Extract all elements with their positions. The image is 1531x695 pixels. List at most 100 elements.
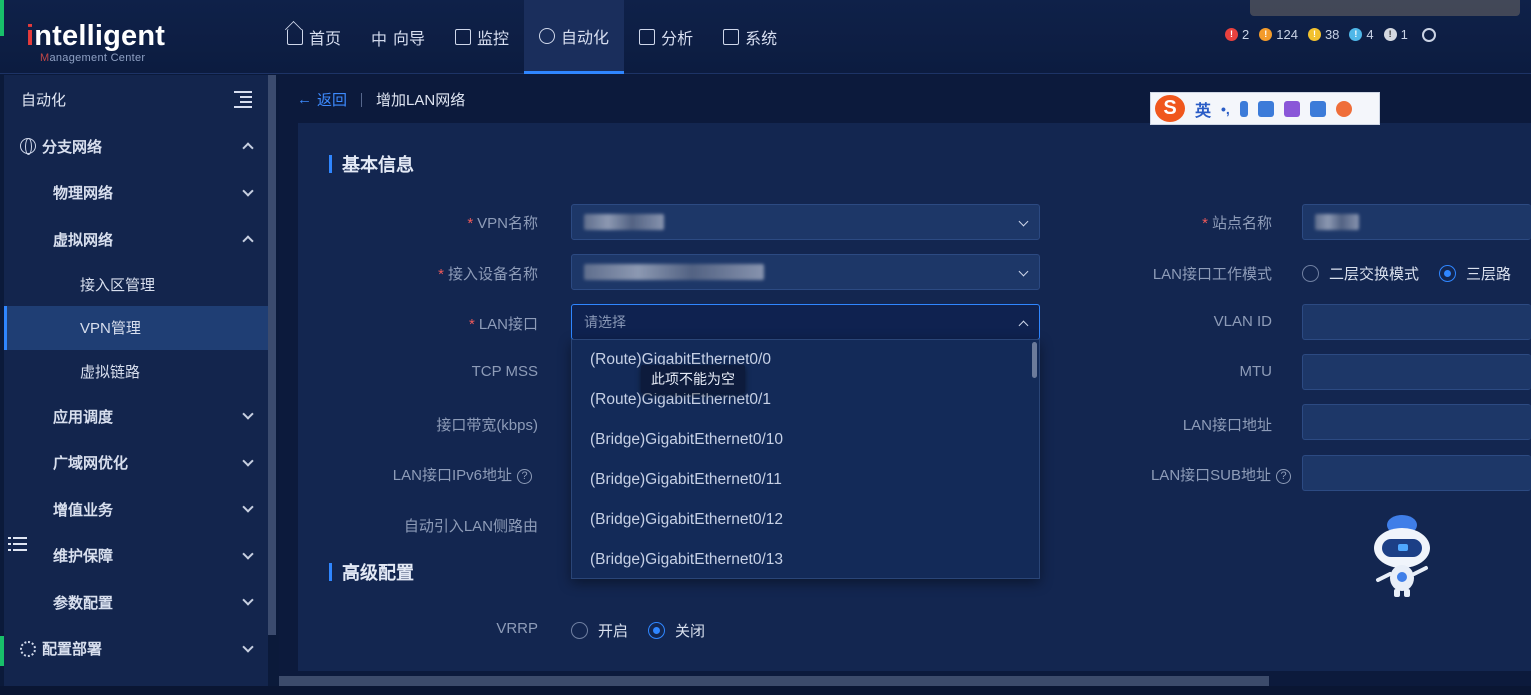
back-arrow-icon: ←: [297, 91, 312, 108]
sidebar-item-physical-network[interactable]: 物理网络: [4, 170, 268, 217]
device-name-label: * 接入设备名称: [438, 266, 538, 283]
back-link[interactable]: ← 返回: [297, 89, 347, 110]
ime-mode[interactable]: 英: [1195, 97, 1211, 121]
sidebar-item-virtual-link[interactable]: 虚拟链路: [4, 350, 268, 394]
nav-guide[interactable]: 向导: [356, 0, 440, 74]
help-icon[interactable]: ?: [1276, 469, 1291, 484]
nav-system[interactable]: 系统: [708, 0, 792, 74]
section-title: 高级配置: [342, 563, 414, 583]
sidebar-item-branch-network[interactable]: 分支网络: [4, 123, 268, 170]
redacted-value: [584, 264, 764, 280]
dropdown-option[interactable]: (Bridge)GigabitEthernet0/13: [572, 540, 1039, 578]
alarm-minor[interactable]: ! 38: [1307, 27, 1339, 42]
nav-monitor[interactable]: 监控: [440, 0, 524, 74]
list-menu-icon[interactable]: [8, 535, 30, 553]
sidebar-item-label: 增值业务: [53, 501, 114, 519]
gear-icon: [539, 27, 556, 44]
radio-label: 开启: [598, 623, 629, 640]
redacted-value: [1315, 214, 1359, 230]
sidebar-item-label: 广域网优化: [53, 455, 129, 473]
home-icon: [287, 29, 303, 45]
alarm-info[interactable]: ! 1: [1383, 26, 1408, 42]
radio-vrrp-off[interactable]: 关闭: [648, 620, 705, 641]
robot-assistant-icon[interactable]: [1370, 512, 1434, 598]
radio-layer2[interactable]: 二层交换模式: [1302, 263, 1419, 284]
microphone-icon[interactable]: [1239, 100, 1248, 117]
sidebar-title: 自动化: [21, 91, 67, 109]
help-icon[interactable]: ?: [517, 469, 532, 484]
window-edge: [0, 0, 4, 36]
radio-label: 三层路: [1466, 266, 1512, 283]
sidebar-item-parameters[interactable]: 参数配置: [4, 579, 268, 626]
apps-icon[interactable]: [1309, 100, 1326, 117]
sidebar-item-access-zone[interactable]: 接入区管理: [4, 263, 268, 307]
sidebar-item-label: 物理网络: [53, 185, 114, 203]
top-bar: intelligent Management Center 首页 向导 监控 自…: [0, 0, 1531, 74]
alarm-major[interactable]: ! 124: [1259, 27, 1298, 42]
menu-collapse-icon[interactable]: [232, 90, 252, 108]
alarm-critical[interactable]: ! 2: [1225, 27, 1249, 42]
sidebar-item-label: 参数配置: [53, 594, 114, 612]
vlan-id-input[interactable]: [1302, 304, 1531, 340]
chevron-up-icon: [242, 235, 254, 247]
sidebar-item-wan-optimization[interactable]: 广域网优化: [4, 440, 268, 487]
ime-logo-icon[interactable]: S: [1155, 95, 1185, 122]
keyboard-icon[interactable]: [1257, 100, 1274, 117]
sidebar-item-value-added[interactable]: 增值业务: [4, 486, 268, 533]
sidebar-item-config-deploy[interactable]: 配置部署: [4, 626, 268, 673]
chevron-down-icon: [1018, 266, 1029, 277]
section-basic-info: 基本信息: [329, 151, 414, 177]
breadcrumb-divider: [361, 92, 363, 107]
dropdown-option[interactable]: (Bridge)GigabitEthernet0/11: [572, 460, 1039, 500]
mtu-label: MTU: [1239, 363, 1273, 380]
validation-tooltip: 此项不能为空: [641, 365, 745, 393]
main-content: ← 返回 增加LAN网络 基本信息 * VPN名称 * 接入设备名称 * LAN接口 T…: [279, 75, 1531, 695]
lan-interface-select[interactable]: 请选择: [571, 304, 1040, 340]
settings-icon[interactable]: [1420, 26, 1436, 42]
section-title: 基本信息: [342, 155, 414, 175]
site-name-input[interactable]: [1302, 204, 1531, 240]
cog-icon: [20, 640, 36, 657]
nav-automation[interactable]: 自动化: [524, 0, 625, 74]
sidebar-item-vpn-management[interactable]: VPN管理: [4, 306, 268, 350]
site-name-label: * 站点名称: [1202, 215, 1272, 232]
sidebar-item-label: 应用调度: [53, 408, 114, 426]
tcp-mss-label: TCP MSS: [471, 363, 538, 380]
dropdown-option[interactable]: (Bridge)GigabitEthernet0/12: [572, 500, 1039, 540]
device-name-select[interactable]: [571, 254, 1040, 290]
assistant-icon[interactable]: [1335, 100, 1352, 117]
logo-subtitle: Management Center: [40, 52, 146, 64]
sub-address-input[interactable]: [1302, 455, 1531, 491]
alarm-count: 1: [1400, 26, 1408, 42]
sidebar-item-maintenance[interactable]: 维护保障: [4, 533, 268, 580]
nav-home[interactable]: 首页: [272, 0, 356, 74]
sidebar-item-virtual-network[interactable]: 虚拟网络: [4, 216, 268, 263]
lan-address-input[interactable]: [1302, 404, 1531, 440]
alarm-count: 2: [1242, 26, 1250, 42]
skin-icon[interactable]: [1283, 100, 1300, 117]
alarm-critical-icon: !: [1225, 27, 1238, 41]
alarm-warning[interactable]: ! 4: [1349, 27, 1374, 42]
mtu-input[interactable]: [1302, 354, 1531, 390]
sidebar: 自动化 分支网络 物理网络 虚拟网络 接入区管理 VPN管理 虚拟链路 应用调度…: [4, 75, 268, 695]
sidebar-item-label: 虚拟链路: [80, 363, 141, 381]
guide-icon: [371, 26, 387, 50]
vpn-name-select[interactable]: [571, 204, 1040, 240]
sidebar-scrollbar[interactable]: [268, 75, 276, 635]
back-label: 返回: [317, 92, 348, 109]
radio-label: 关闭: [675, 623, 706, 640]
ime-punctuation[interactable]: •,: [1221, 101, 1230, 117]
radio-vrrp-on[interactable]: 开启: [571, 620, 628, 641]
horizontal-scrollbar[interactable]: [279, 676, 1269, 686]
ime-toolbar[interactable]: S 英 •,: [1150, 92, 1380, 125]
lan-address-label: LAN接口地址: [1182, 417, 1272, 434]
dropdown-scrollbar[interactable]: [1032, 342, 1037, 378]
alarm-info-icon: !: [1383, 27, 1397, 41]
logo[interactable]: intelligent Management Center: [26, 10, 176, 66]
radio-layer3[interactable]: 三层路: [1439, 263, 1511, 284]
nav-analysis[interactable]: 分析: [624, 0, 708, 74]
dropdown-option[interactable]: (Bridge)GigabitEthernet0/10: [572, 420, 1039, 460]
lan-interface-label: * LAN接口: [468, 316, 538, 333]
sidebar-item-app-scheduling[interactable]: 应用调度: [4, 393, 268, 440]
sub-address-label: LAN接口SUB地址?: [1151, 464, 1291, 485]
